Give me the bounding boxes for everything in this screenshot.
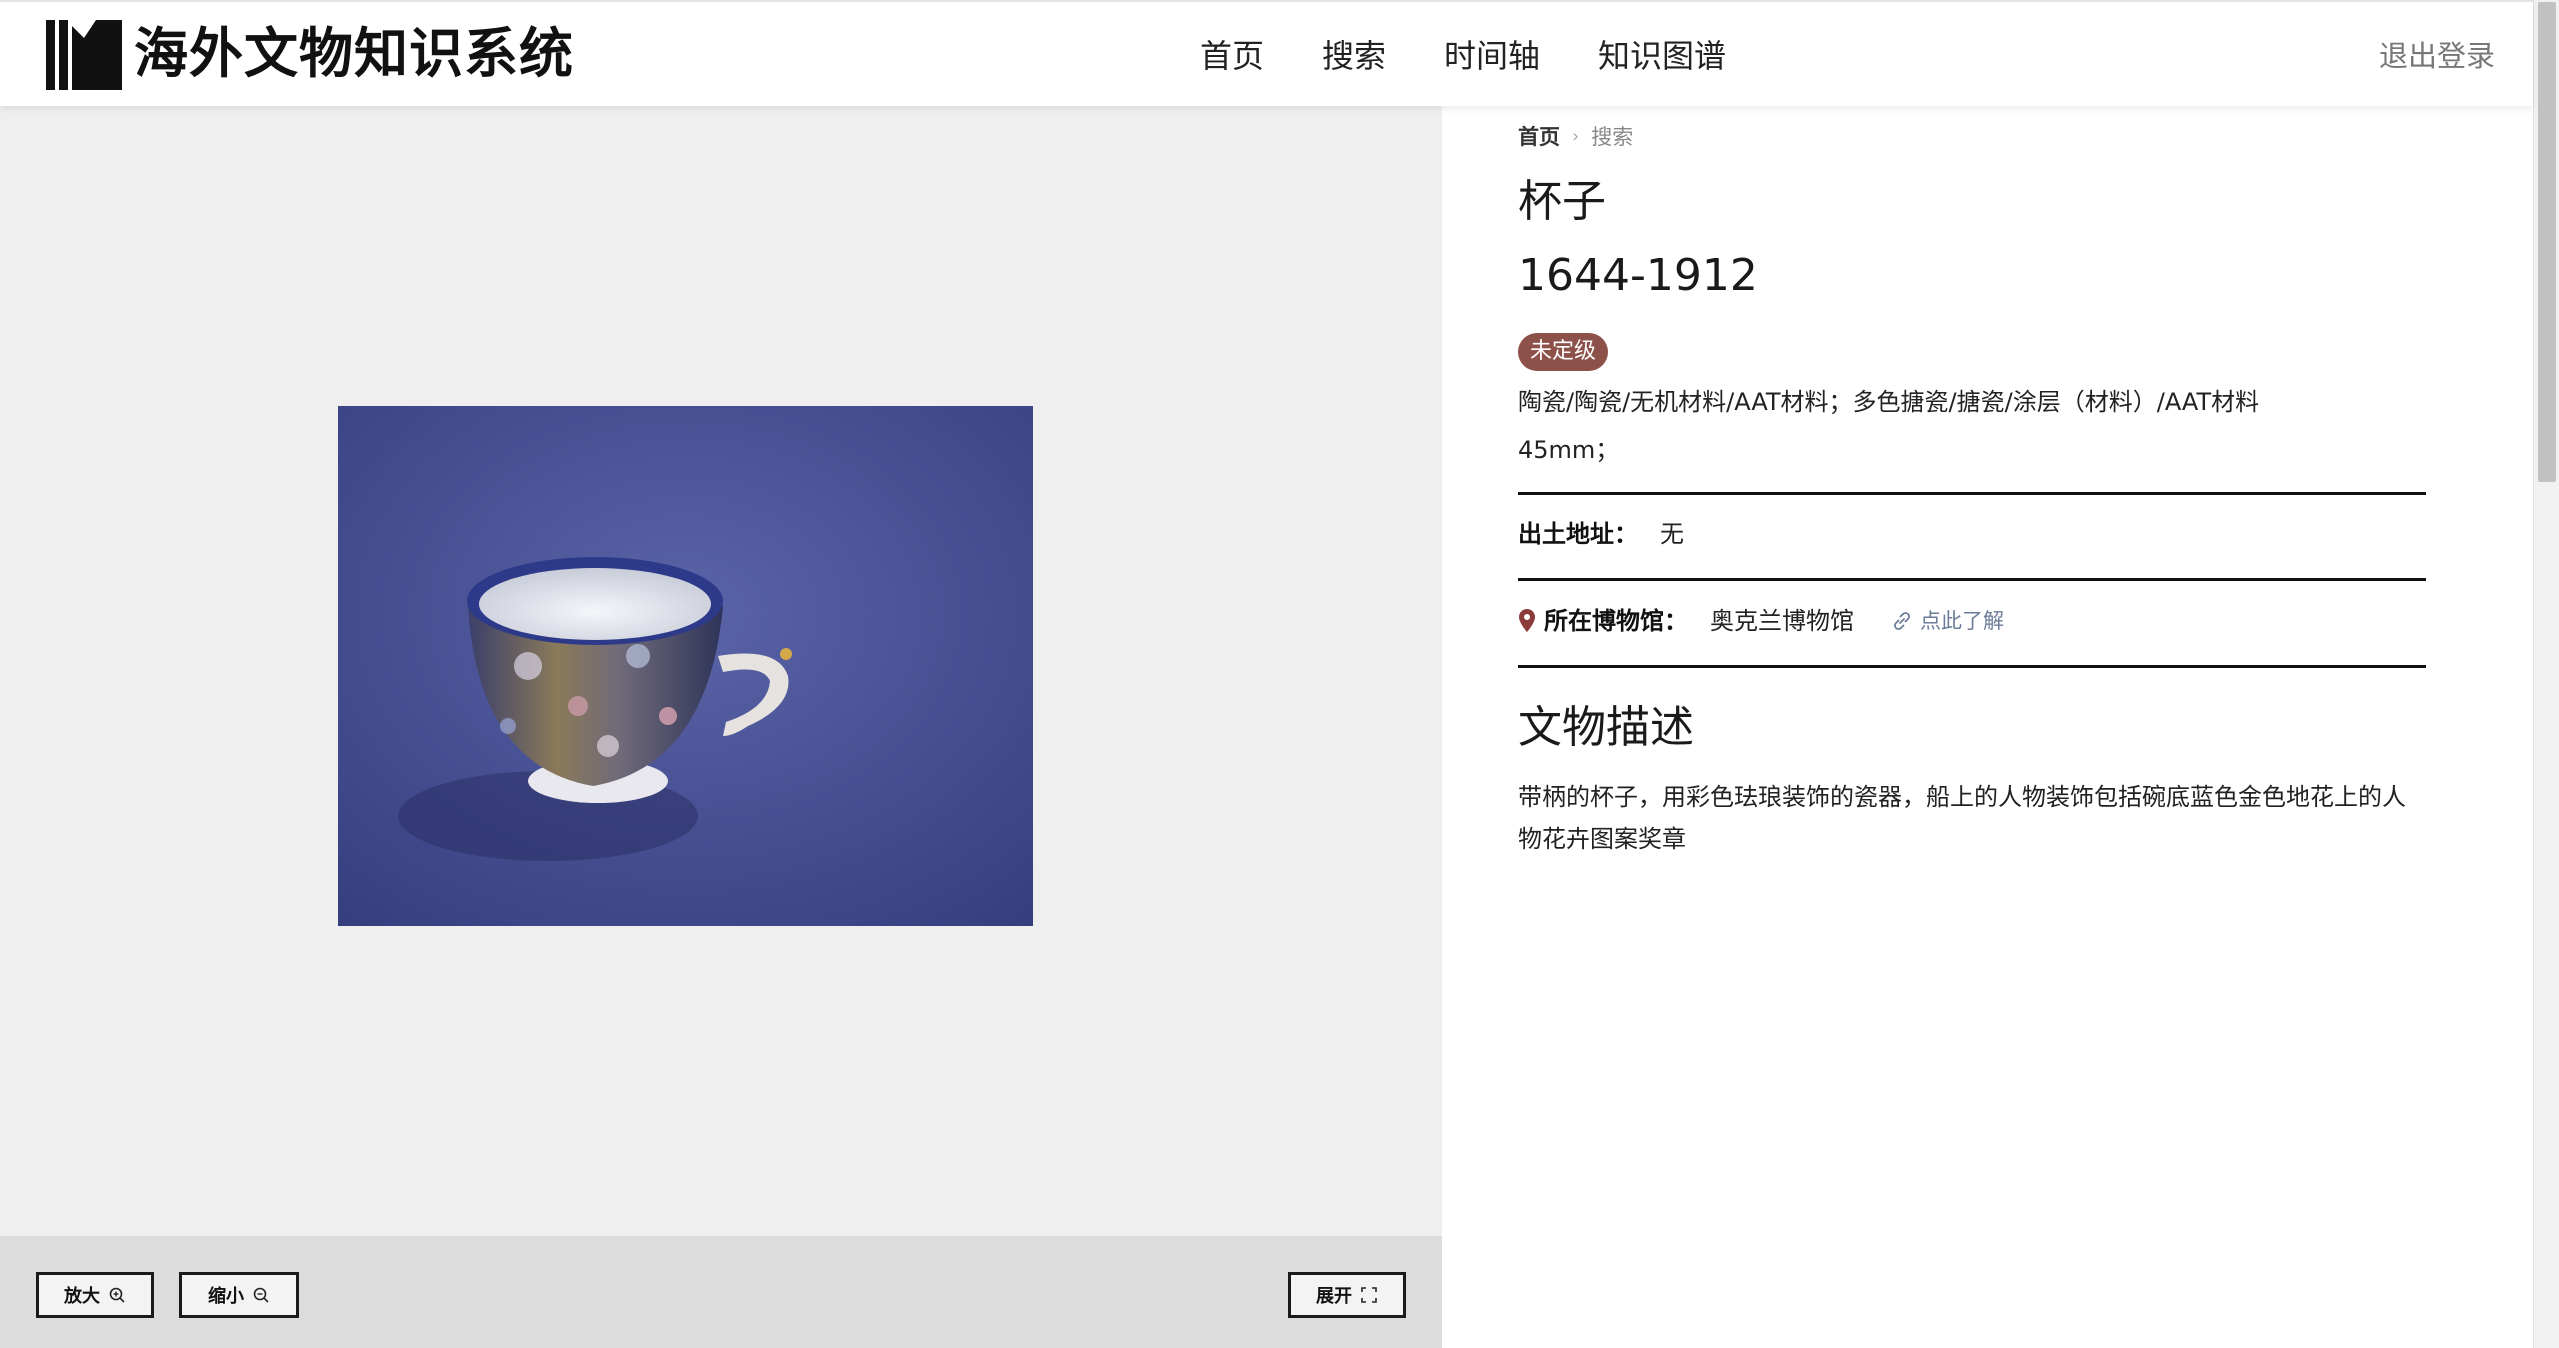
chevron-right-icon: › [1572,126,1580,147]
expand-label: 展开 [1316,1286,1352,1307]
artifact-image[interactable] [338,406,1033,926]
breadcrumb-current: 搜索 [1591,125,1634,149]
nav-search[interactable]: 搜索 [1322,30,1386,82]
description-text: 带柄的杯子，用彩色珐琅装饰的瓷器，船上的人物装饰包括碗底蓝色金色地花上的人物花卉… [1518,783,2406,853]
grade-badge: 未定级 [1518,333,1609,371]
zoom-in-button[interactable]: 放大 [36,1272,154,1318]
breadcrumb: 首页 › 搜索 [1518,122,1633,152]
scrollbar-thumb[interactable] [2538,2,2556,482]
artifact-dimensions: 45mm； [1518,436,1620,464]
teacup-photo [338,406,1033,926]
nav-home[interactable]: 首页 [1200,30,1264,82]
page-scrollbar[interactable] [2533,0,2559,1348]
description-heading: 文物描述 [1518,702,1694,753]
image-viewer[interactable] [0,106,1442,1236]
nav-timeline[interactable]: 时间轴 [1444,30,1540,82]
expand-icon [1361,1287,1377,1303]
museum-name: 奥克兰博物馆 [1710,607,1854,635]
artifact-materials: 陶瓷/陶瓷/无机材料/AAT材料；多色搪瓷/搪瓷/涂层（材料）/AAT材料 [1518,388,2260,416]
logout-link[interactable]: 退出登录 [2379,32,2495,80]
zoom-out-label: 缩小 [208,1286,244,1307]
top-header: 海外文物知识系统 首页 搜索 时间轴 知识图谱 退出登录 [0,0,2533,106]
breadcrumb-home[interactable]: 首页 [1518,122,1560,152]
main-nav: 首页 搜索 时间轴 知识图谱 [1200,30,1784,82]
bookshelf-logo-icon [46,20,122,90]
link-icon [1894,612,1910,630]
divider [1518,492,2426,495]
learn-more-link[interactable]: 点此了解 [1890,603,2004,639]
artifact-dates: 1644-1912 [1518,250,1758,301]
zoom-in-label: 放大 [64,1286,100,1307]
artifact-title: 杯子 [1518,176,1606,227]
site-logo[interactable]: 海外文物知识系统 [46,16,574,92]
museum-row: 所在博物馆： 奥克兰博物馆 点此了解 [1518,603,2004,639]
divider [1518,665,2426,668]
zoom-in-icon [109,1287,125,1303]
learn-more-text: 点此了解 [1920,609,2004,633]
excavation-row: 出土地址： 无 [1518,516,1684,552]
map-pin-icon [1519,609,1535,632]
divider [1518,578,2426,581]
zoom-out-button[interactable]: 缩小 [179,1272,299,1318]
expand-button[interactable]: 展开 [1288,1272,1406,1318]
museum-label: 所在博物馆： [1544,607,1688,635]
excavation-value: 无 [1660,520,1684,548]
viewer-toolbar: 放大 缩小 展开 [0,1236,1442,1348]
nav-knowledge-graph[interactable]: 知识图谱 [1598,30,1726,82]
site-title: 海外文物知识系统 [134,22,574,85]
excavation-label: 出土地址： [1518,520,1638,548]
zoom-out-icon [253,1287,269,1303]
